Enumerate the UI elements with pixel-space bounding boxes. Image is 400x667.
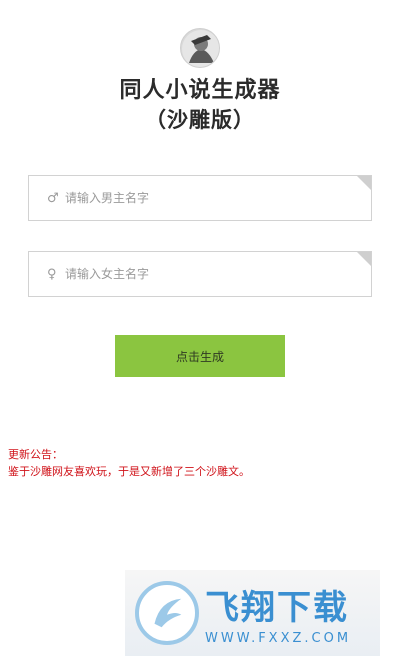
- female-name-input[interactable]: [65, 267, 345, 281]
- male-symbol-icon: ♂: [47, 190, 59, 206]
- generate-button[interactable]: 点击生成: [115, 335, 285, 377]
- notice-heading: 更新公告：: [8, 448, 63, 461]
- male-name-input[interactable]: [65, 191, 345, 205]
- field-corner-decoration: [357, 252, 371, 266]
- update-notice: 更新公告： 鉴于沙雕网友喜欢玩，于是又新增了三个沙雕文。: [8, 446, 392, 480]
- watermark-brand: 飞翔下载: [205, 588, 349, 628]
- female-symbol-icon: ♀: [47, 266, 57, 282]
- male-name-field[interactable]: ♂: [28, 175, 372, 221]
- watermark-logo-icon: [135, 581, 199, 645]
- page-title: 同人小说生成器: [119, 78, 281, 103]
- watermark-url: WWW.FXXZ.COM: [205, 631, 352, 646]
- field-corner-decoration: [357, 176, 371, 190]
- watermark: 飞翔下载 WWW.FXXZ.COM: [125, 570, 380, 656]
- avatar-logo-icon: [180, 28, 220, 68]
- notice-body: 鉴于沙雕网友喜欢玩，于是又新增了三个沙雕文。: [8, 465, 250, 478]
- page-subtitle: （沙雕版）: [145, 108, 255, 132]
- female-name-field[interactable]: ♀: [28, 251, 372, 297]
- page: 同人小说生成器 （沙雕版） ♂ ♀ 点击生成 更新公告： 鉴于沙雕网友喜欢玩，于…: [0, 0, 400, 667]
